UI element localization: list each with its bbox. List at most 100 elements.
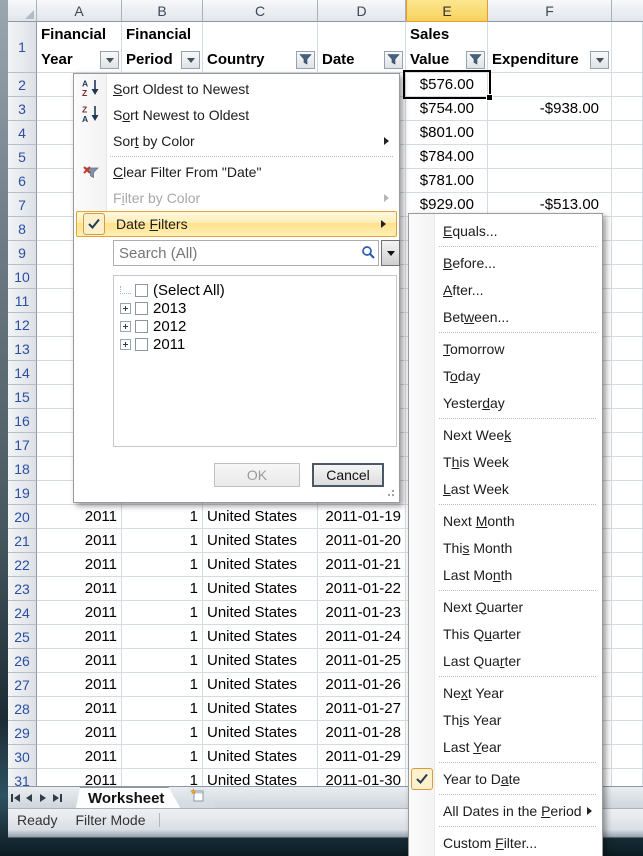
cell-D30[interactable]: 2011-01-29 — [318, 745, 406, 769]
row-header-24[interactable]: 24 — [8, 601, 37, 625]
search-scope-dropdown[interactable] — [381, 240, 400, 266]
cancel-button[interactable]: Cancel — [312, 463, 384, 487]
cell-B25[interactable]: 1 — [122, 625, 203, 649]
cell-F3[interactable]: -$938.00 — [488, 97, 612, 121]
row-header-27[interactable]: 27 — [8, 673, 37, 697]
insert-worksheet-tab[interactable] — [180, 787, 216, 808]
date-filter-item-next-month[interactable]: Next Month — [409, 507, 602, 534]
row-header-26[interactable]: 26 — [8, 649, 37, 673]
row-header-11[interactable]: 11 — [8, 289, 37, 313]
header-cell-sales-value[interactable]: Sales Value — [406, 22, 488, 73]
date-filter-item-next-quarter[interactable]: Next Quarter — [409, 593, 602, 620]
filter-menu-item-sort-by-color[interactable]: Sort by Color — [74, 128, 399, 154]
cell-B26[interactable]: 1 — [122, 649, 203, 673]
date-filter-item-last-week[interactable]: Last Week — [409, 475, 602, 502]
cell-D26[interactable]: 2011-01-25 — [318, 649, 406, 673]
expand-plus-icon[interactable] — [120, 303, 131, 314]
column-header-F[interactable]: F — [488, 0, 612, 22]
row-header-2[interactable]: 2 — [8, 73, 37, 97]
cell-F6[interactable] — [488, 169, 612, 193]
filter-menu-item-sort-oldest-to-newest[interactable]: AZSort Oldest to Newest — [74, 76, 399, 102]
column-header-D[interactable]: D — [318, 0, 406, 22]
value-checkbox[interactable] — [135, 302, 148, 315]
cell-A24[interactable]: 2011 — [37, 601, 122, 625]
header-filter-button-financial-period[interactable] — [181, 51, 200, 69]
cell-B21[interactable]: 1 — [122, 529, 203, 553]
cell-D27[interactable]: 2011-01-26 — [318, 673, 406, 697]
cell-F4[interactable] — [488, 121, 612, 145]
cell-A29[interactable]: 2011 — [37, 721, 122, 745]
cell-C20[interactable]: United States — [203, 505, 318, 529]
header-filter-button-date[interactable] — [384, 51, 403, 69]
cell-C27[interactable]: United States — [203, 673, 318, 697]
date-filter-item-all-dates-in-the-period[interactable]: All Dates in the Period — [409, 797, 602, 824]
cell-F2[interactable] — [488, 73, 612, 97]
column-header-A[interactable]: A — [37, 0, 122, 22]
filter-menu-item-date-filters[interactable]: Date Filters — [76, 211, 397, 237]
date-filter-item-last-year[interactable]: Last Year — [409, 733, 602, 760]
select-all-corner[interactable] — [8, 0, 37, 22]
row-header-30[interactable]: 30 — [8, 745, 37, 769]
last-sheet-button[interactable] — [50, 787, 64, 808]
row-header-18[interactable]: 18 — [8, 457, 37, 481]
header-cell-country[interactable]: Country — [203, 22, 318, 73]
cell-A23[interactable]: 2011 — [37, 577, 122, 601]
next-sheet-button[interactable] — [36, 787, 50, 808]
filter-menu-item-sort-newest-to-oldest[interactable]: ZASort Newest to Oldest — [74, 102, 399, 128]
date-filter-item-equals[interactable]: Equals... — [409, 217, 602, 244]
date-filter-item-between[interactable]: Between... — [409, 303, 602, 330]
header-cell-financial-period[interactable]: Financial Period — [122, 22, 203, 73]
filter-value-select-all[interactable]: (Select All) — [120, 281, 396, 299]
cell-D24[interactable]: 2011-01-23 — [318, 601, 406, 625]
cell-A20[interactable]: 2011 — [37, 505, 122, 529]
cell-B24[interactable]: 1 — [122, 601, 203, 625]
row-header-13[interactable]: 13 — [8, 337, 37, 361]
sheet-tab-worksheet[interactable]: Worksheet — [76, 787, 180, 808]
date-filter-item-year-to-date[interactable]: Year to Date — [409, 765, 602, 792]
date-filter-item-after[interactable]: After... — [409, 276, 602, 303]
header-filter-button-country[interactable] — [296, 51, 315, 69]
row-header-3[interactable]: 3 — [8, 97, 37, 121]
value-checkbox[interactable] — [135, 320, 148, 333]
cell-D25[interactable]: 2011-01-24 — [318, 625, 406, 649]
date-filter-item-next-week[interactable]: Next Week — [409, 421, 602, 448]
header-filter-button-expenditure[interactable] — [590, 51, 609, 69]
date-filter-item-last-month[interactable]: Last Month — [409, 561, 602, 588]
date-filter-item-this-month[interactable]: This Month — [409, 534, 602, 561]
cell-A26[interactable]: 2011 — [37, 649, 122, 673]
date-filter-item-last-quarter[interactable]: Last Quarter — [409, 647, 602, 674]
value-checkbox[interactable] — [135, 284, 148, 297]
row-header-15[interactable]: 15 — [8, 385, 37, 409]
column-header-E[interactable]: E — [406, 0, 488, 22]
cell-E4[interactable]: $801.00 — [406, 121, 488, 145]
cell-D28[interactable]: 2011-01-27 — [318, 697, 406, 721]
header-cell-expenditure[interactable]: Expenditure — [488, 22, 612, 73]
expand-plus-icon[interactable] — [120, 321, 131, 332]
cell-A21[interactable]: 2011 — [37, 529, 122, 553]
row-header-6[interactable]: 6 — [8, 169, 37, 193]
date-filter-item-custom-filter[interactable]: Custom Filter... — [409, 829, 602, 856]
date-filter-item-this-week[interactable]: This Week — [409, 448, 602, 475]
cell-C23[interactable]: United States — [203, 577, 318, 601]
row-header-9[interactable]: 9 — [8, 241, 37, 265]
row-header-14[interactable]: 14 — [8, 361, 37, 385]
header-cell-financial-year[interactable]: Financial Year — [37, 22, 122, 73]
cell-C21[interactable]: United States — [203, 529, 318, 553]
cell-C24[interactable]: United States — [203, 601, 318, 625]
cell-B27[interactable]: 1 — [122, 673, 203, 697]
date-filter-item-this-quarter[interactable]: This Quarter — [409, 620, 602, 647]
date-filter-item-yesterday[interactable]: Yesterday — [409, 389, 602, 416]
cell-A28[interactable]: 2011 — [37, 697, 122, 721]
cell-C29[interactable]: United States — [203, 721, 318, 745]
resize-grip[interactable] — [384, 486, 394, 496]
column-header-C[interactable]: C — [203, 0, 318, 22]
cell-C22[interactable]: United States — [203, 553, 318, 577]
first-sheet-button[interactable] — [8, 787, 22, 808]
row-header-10[interactable]: 10 — [8, 265, 37, 289]
header-cell-date[interactable]: Date — [318, 22, 406, 73]
date-filter-item-tomorrow[interactable]: Tomorrow — [409, 335, 602, 362]
cell-A30[interactable]: 2011 — [37, 745, 122, 769]
cell-D22[interactable]: 2011-01-21 — [318, 553, 406, 577]
value-checkbox[interactable] — [135, 338, 148, 351]
row-header-23[interactable]: 23 — [8, 577, 37, 601]
